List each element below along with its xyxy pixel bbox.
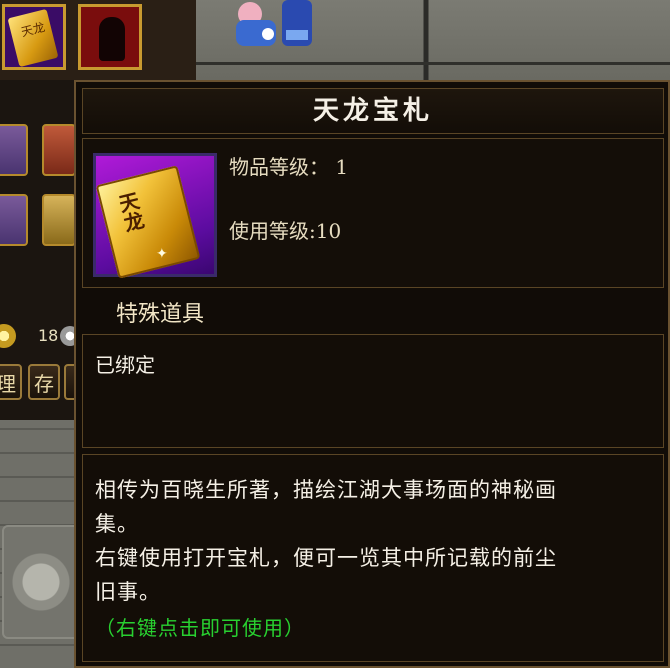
bag-tab-button-1[interactable] (0, 124, 28, 176)
item-tooltip: 天龙宝札 天龙 ✦ 物品等级： 1 使用等级:10 特殊道具 已绑定 相传为百晓… (74, 80, 670, 668)
use-level-value: 10 (315, 219, 342, 243)
use-level-label: 使用等级 (229, 219, 309, 243)
shadow-figure-icon (99, 17, 125, 61)
book-icon: 天龙 (95, 165, 201, 279)
item-description: 相传为百晓生所著，描绘江湖大事场面的神秘画 集。 右键使用打开宝札，便可一览其中… (95, 473, 655, 645)
description-line: 旧事。 (95, 580, 161, 604)
bind-status: 已绑定 (95, 353, 155, 377)
item-slot-shadow[interactable] (78, 4, 142, 70)
usage-hint: （右键点击即可使用） (95, 616, 305, 640)
use-level: 使用等级:10 (229, 219, 342, 243)
description-line: 集。 (95, 512, 139, 536)
sort-button[interactable]: 理 (0, 364, 22, 400)
item-type: 特殊道具 (116, 302, 205, 327)
bag-tab-button-3[interactable] (0, 194, 28, 246)
book-title-glyph: 天龙 (113, 189, 147, 235)
item-level-value: 1 (335, 155, 349, 179)
description-line: 相传为百晓生所著，描绘江湖大事场面的神秘画 (95, 478, 557, 502)
store-button[interactable]: 存 (28, 364, 60, 400)
item-slot-book[interactable]: 天龙 (2, 4, 66, 70)
bind-section: 已绑定 (82, 334, 664, 448)
money-row: 18 (0, 318, 80, 354)
inventory-buttons: 理 存 (0, 364, 84, 404)
book-icon-glyph: 天龙 (19, 20, 47, 40)
money-amount: 18 (38, 326, 59, 345)
item-level: 物品等级： 1 (229, 155, 349, 179)
book-icon: 天龙 (7, 8, 59, 68)
item-bar: 天龙 (0, 0, 196, 80)
description-line: 右键使用打开宝札，便可一览其中所记载的前尘 (95, 546, 557, 570)
description-section: 相传为百晓生所著，描绘江湖大事场面的神秘画 集。 右键使用打开宝札，便可一览其中… (82, 454, 664, 662)
item-header: 天龙 ✦ 物品等级： 1 使用等级:10 (82, 138, 664, 288)
stone-carving (2, 525, 80, 639)
item-level-label: 物品等级 (229, 155, 309, 179)
gold-coin-icon (0, 324, 16, 348)
sparkle-icon: ✦ (156, 246, 168, 262)
item-icon: 天龙 ✦ (93, 153, 217, 279)
character-sprite (236, 0, 312, 46)
item-name: 天龙宝札 (82, 88, 664, 134)
bag-tab-button-4[interactable] (42, 194, 76, 246)
bag-tab-button-2[interactable] (42, 124, 76, 176)
